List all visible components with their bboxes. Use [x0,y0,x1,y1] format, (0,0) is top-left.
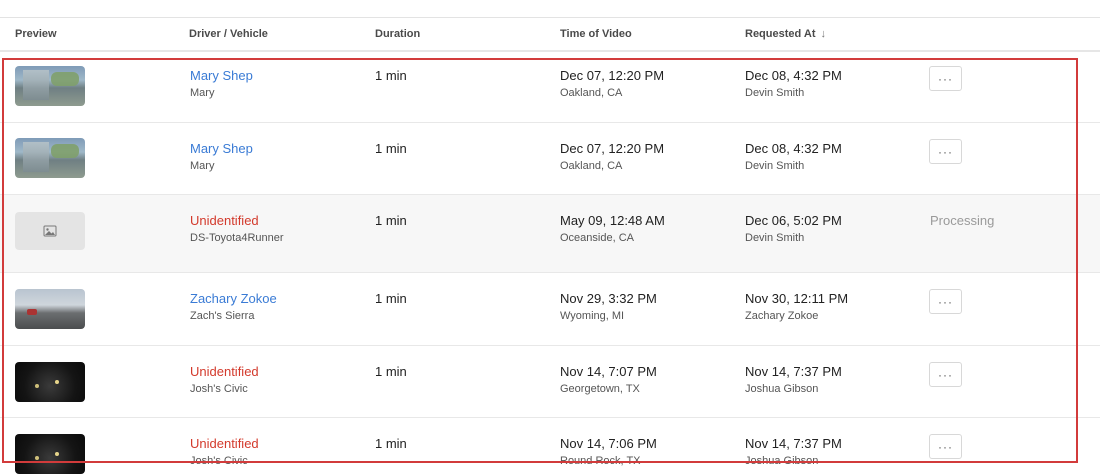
vehicle-name: Josh's Civic [190,383,248,395]
image-placeholder-icon [43,225,57,237]
video-location: Oakland, CA [560,87,623,99]
column-header-preview: Preview [15,28,57,40]
video-thumbnail-house[interactable] [15,66,85,106]
video-time: Nov 14, 7:06 PM [560,436,657,451]
column-header-duration: Duration [375,28,421,40]
requested-by: Devin Smith [745,87,805,99]
row-actions-menu-button[interactable]: ··· [929,289,962,314]
column-header-requested-at-label: Requested At [745,28,816,40]
requested-time: Nov 14, 7:37 PM [745,436,842,451]
duration: 1 min [375,291,407,306]
requested-time: Nov 30, 12:11 PM [745,291,849,306]
video-time: Dec 07, 12:20 PM [560,68,665,83]
driver-name-link[interactable]: Mary Shep [190,68,253,84]
requested-by: Zachary Zokoe [745,310,819,322]
row-actions-menu-button[interactable]: ··· [929,66,962,91]
requested-time: Nov 14, 7:37 PM [745,364,842,379]
vehicle-name: Mary [190,87,215,99]
duration: 1 min [375,436,407,451]
table-row[interactable]: Unidentified Josh's Civic 1 min Nov 14, … [0,346,1100,418]
video-location: Round Rock, TX [560,455,641,467]
driver-name-link[interactable]: Mary Shep [190,141,253,157]
video-location: Wyoming, MI [560,310,625,322]
duration: 1 min [375,364,407,379]
requested-time: Dec 08, 4:32 PM [745,141,842,156]
video-location: Oceanside, CA [560,232,634,244]
duration: 1 min [375,141,407,156]
table-row[interactable]: Zachary Zokoe Zach's Sierra 1 min Nov 29… [0,273,1100,346]
sort-down-arrow-icon: ↓ [820,28,827,40]
column-header-driver-vehicle: Driver / Vehicle [189,28,268,40]
vehicle-name: Zach's Sierra [190,310,255,322]
vehicle-name: Mary [190,160,215,172]
video-thumbnail-placeholder [15,212,85,250]
requested-by: Devin Smith [745,232,805,244]
video-location: Georgetown, TX [560,383,640,395]
table-row[interactable]: Mary Shep Mary 1 min Dec 07, 12:20 PM Oa… [0,123,1100,195]
table-row[interactable]: Unidentified Josh's Civic 1 min Nov 14, … [0,418,1100,475]
driver-name-link[interactable]: Zachary Zokoe [190,291,277,307]
video-thumbnail-night[interactable] [15,362,85,402]
column-header-time-of-video: Time of Video [560,28,632,40]
requested-by: Joshua Gibson [745,455,819,467]
video-thumbnail-house[interactable] [15,138,85,178]
video-time: Nov 14, 7:07 PM [560,364,657,379]
requested-by: Joshua Gibson [745,383,819,395]
requested-by: Devin Smith [745,160,805,172]
table-header: Preview Driver / Vehicle Duration Time o… [0,18,1100,52]
driver-name-unidentified[interactable]: Unidentified [190,364,259,380]
driver-name-unidentified[interactable]: Unidentified [190,213,284,229]
row-actions-menu-button[interactable]: ··· [929,434,962,459]
duration: 1 min [375,68,407,83]
processing-status: Processing [930,213,995,228]
row-actions-menu-button[interactable]: ··· [929,139,962,164]
video-thumbnail-road[interactable] [15,289,85,329]
driver-name-unidentified[interactable]: Unidentified [190,436,259,452]
vehicle-name: DS-Toyota4Runner [190,232,284,244]
video-location: Oakland, CA [560,160,623,172]
vehicle-name: Josh's Civic [190,455,248,467]
column-header-requested-at[interactable]: Requested At ↓ [745,28,826,40]
requested-time: Dec 06, 5:02 PM [745,213,842,228]
table-row-processing[interactable]: Unidentified DS-Toyota4Runner 1 min May … [0,195,1100,273]
video-time: Nov 29, 3:32 PM [560,291,657,306]
video-time: May 09, 12:48 AM [560,213,665,228]
video-thumbnail-night[interactable] [15,434,85,474]
video-time: Dec 07, 12:20 PM [560,141,665,156]
row-actions-menu-button[interactable]: ··· [929,362,962,387]
requested-time: Dec 08, 4:32 PM [745,68,842,83]
duration: 1 min [375,213,407,228]
table-row[interactable]: Mary Shep Mary 1 min Dec 07, 12:20 PM Oa… [0,52,1100,123]
